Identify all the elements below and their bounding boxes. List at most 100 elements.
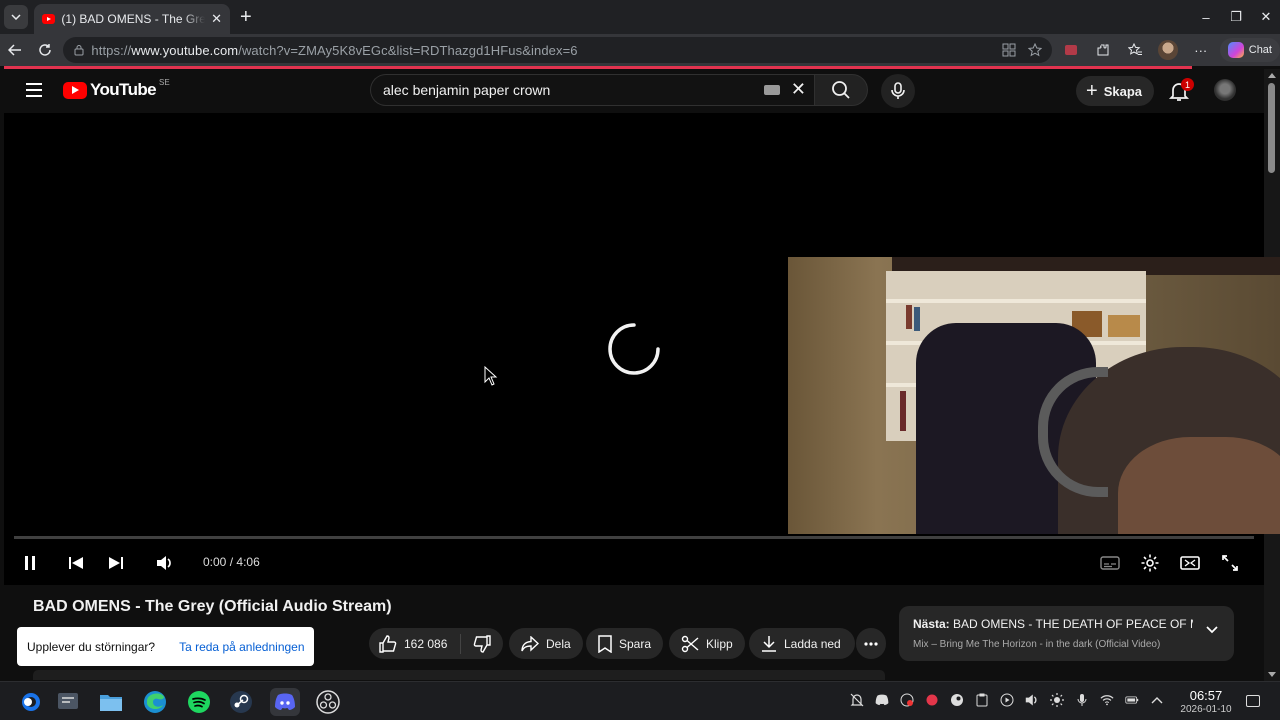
up-next-card[interactable]: Nästa: BAD OMENS - THE DEATH OF PEACE OF… bbox=[899, 606, 1234, 661]
close-window-button[interactable]: ✕ bbox=[1252, 0, 1280, 34]
address-url: https://www.youtube.com/watch?v=ZMAy5K8v… bbox=[91, 42, 578, 58]
theater-mode-button[interactable] bbox=[1178, 551, 1202, 575]
scroll-thumb[interactable] bbox=[1268, 83, 1275, 173]
discord-tray-icon[interactable] bbox=[875, 693, 889, 707]
search-button[interactable] bbox=[814, 74, 868, 106]
address-bar[interactable]: https://www.youtube.com/watch?v=ZMAy5K8v… bbox=[63, 37, 1052, 63]
download-icon bbox=[762, 635, 776, 652]
volume-tray-icon[interactable] bbox=[1025, 693, 1039, 707]
steam-app-icon[interactable] bbox=[228, 689, 254, 715]
notifications-tray-icon[interactable] bbox=[850, 693, 864, 707]
scissors-icon bbox=[681, 635, 699, 652]
back-button[interactable] bbox=[0, 43, 30, 57]
theater-mode-icon bbox=[1180, 556, 1200, 570]
clipboard-tray-icon[interactable] bbox=[975, 693, 989, 707]
dislike-button[interactable] bbox=[461, 634, 503, 653]
window-controls: – ❐ ✕ bbox=[1190, 0, 1280, 34]
scroll-up-arrow-icon[interactable] bbox=[1268, 73, 1276, 78]
discord-app-icon[interactable] bbox=[270, 688, 300, 716]
new-tab-button[interactable]: + bbox=[240, 6, 252, 29]
reload-button[interactable] bbox=[30, 43, 60, 57]
expand-chevron-icon[interactable] bbox=[1206, 626, 1218, 634]
share-button[interactable]: Dela bbox=[509, 628, 583, 659]
app-available-icon[interactable] bbox=[1002, 43, 1016, 57]
more-menu-icon[interactable]: ··· bbox=[1192, 41, 1210, 59]
brightness-tray-icon[interactable] bbox=[1050, 693, 1064, 707]
arrow-left-icon bbox=[7, 44, 21, 56]
restore-button[interactable]: ❐ bbox=[1222, 0, 1250, 34]
clip-button-wrap: Klipp bbox=[669, 628, 745, 659]
battery-tray-icon[interactable] bbox=[1125, 693, 1139, 707]
show-desktop-button[interactable] bbox=[1246, 695, 1260, 707]
site-info-icon[interactable] bbox=[73, 44, 85, 56]
extensions-puzzle-icon[interactable] bbox=[1094, 41, 1112, 59]
steam-tray-icon[interactable] bbox=[950, 693, 964, 707]
more-actions-button[interactable] bbox=[856, 628, 886, 659]
skip-previous-icon bbox=[69, 557, 83, 569]
recording-tray-icon[interactable] bbox=[925, 693, 939, 707]
search-query: alec benjamin paper crown bbox=[383, 82, 551, 98]
like-button[interactable]: 162 086 bbox=[369, 633, 461, 654]
search-input[interactable]: alec benjamin paper crown ✕ bbox=[370, 74, 814, 106]
create-label: Skapa bbox=[1103, 83, 1142, 99]
obs-app-icon[interactable] bbox=[315, 689, 341, 715]
previous-button[interactable] bbox=[64, 551, 88, 575]
file-manager-app-icon[interactable] bbox=[98, 689, 124, 715]
favorite-star-icon[interactable] bbox=[1027, 43, 1042, 57]
toast-learn-more-link[interactable]: Ta reda på anledningen bbox=[179, 640, 304, 654]
clip-label: Klipp bbox=[706, 636, 733, 651]
browser-profile-avatar[interactable] bbox=[1157, 40, 1178, 60]
progress-bar[interactable] bbox=[14, 536, 1254, 539]
more-horizontal-icon bbox=[864, 641, 878, 646]
clip-button[interactable]: Klipp bbox=[669, 628, 745, 659]
subtitles-button[interactable] bbox=[1098, 551, 1122, 575]
wifi-tray-icon[interactable] bbox=[1100, 693, 1114, 707]
browser-tab-active[interactable]: (1) BAD OMENS - The Grey (Official Audio… bbox=[34, 4, 230, 34]
save-button-wrap: Spara bbox=[586, 628, 664, 659]
player-controls: 0:00 / 4:06 bbox=[4, 545, 1264, 581]
save-button[interactable]: Spara bbox=[586, 628, 664, 659]
browser-tab-strip: (1) BAD OMENS - The Grey (Official Audio… bbox=[0, 0, 1280, 34]
search-icon bbox=[832, 81, 850, 99]
settings-button[interactable] bbox=[1138, 551, 1162, 575]
download-button[interactable]: Ladda ned bbox=[749, 628, 855, 659]
logo-text: YouTube bbox=[90, 80, 157, 99]
tab-actions-menu-button[interactable] bbox=[4, 5, 28, 29]
next-button[interactable] bbox=[104, 551, 128, 575]
scroll-down-arrow-icon[interactable] bbox=[1268, 672, 1276, 677]
video-player[interactable]: 0:00 / 4:06 bbox=[4, 113, 1280, 585]
chevron-down-icon bbox=[11, 14, 21, 20]
taskbar-clock[interactable]: 06:57 2026-01-10 bbox=[1176, 688, 1236, 715]
favorites-icon[interactable] bbox=[1126, 41, 1144, 59]
tab-title: (1) BAD OMENS - The Grey (Official Audio… bbox=[61, 12, 206, 26]
toast-message: Upplever du störningar? bbox=[27, 639, 156, 654]
notification-badge: 1 bbox=[1181, 78, 1194, 91]
plus-icon: + bbox=[1086, 80, 1098, 102]
copilot-chat-button[interactable]: Chat bbox=[1219, 38, 1280, 62]
voice-search-button[interactable] bbox=[881, 74, 915, 108]
system-settings-app-icon[interactable] bbox=[55, 689, 81, 715]
hamburger-menu-icon[interactable] bbox=[26, 83, 42, 97]
youtube-account-avatar[interactable] bbox=[1214, 79, 1236, 101]
volume-button[interactable] bbox=[153, 551, 177, 575]
clear-search-icon[interactable]: ✕ bbox=[791, 79, 806, 100]
media-player-tray-icon[interactable] bbox=[1000, 693, 1014, 707]
pause-button[interactable] bbox=[18, 551, 42, 575]
create-button[interactable]: + Skapa bbox=[1076, 76, 1154, 106]
microphone-tray-icon[interactable] bbox=[1075, 693, 1089, 707]
tab-close-icon[interactable]: ✕ bbox=[211, 11, 222, 27]
fullscreen-button[interactable] bbox=[1218, 551, 1242, 575]
minimize-button[interactable]: – bbox=[1192, 0, 1220, 34]
keyboard-icon[interactable] bbox=[764, 85, 780, 95]
obs-tray-icon[interactable] bbox=[900, 693, 914, 707]
description-box-edge bbox=[33, 670, 885, 680]
tray-expand-chevron-icon[interactable] bbox=[1150, 693, 1164, 707]
extension-red-icon[interactable] bbox=[1062, 41, 1080, 59]
spotify-app-icon[interactable] bbox=[186, 689, 212, 715]
download-label: Ladda ned bbox=[784, 636, 841, 651]
share-label: Dela bbox=[546, 636, 571, 651]
edge-browser-app-icon[interactable] bbox=[142, 689, 168, 715]
youtube-logo[interactable]: YouTube SE bbox=[63, 78, 170, 100]
volume-icon bbox=[157, 556, 171, 570]
start-menu-icon[interactable] bbox=[18, 689, 44, 715]
